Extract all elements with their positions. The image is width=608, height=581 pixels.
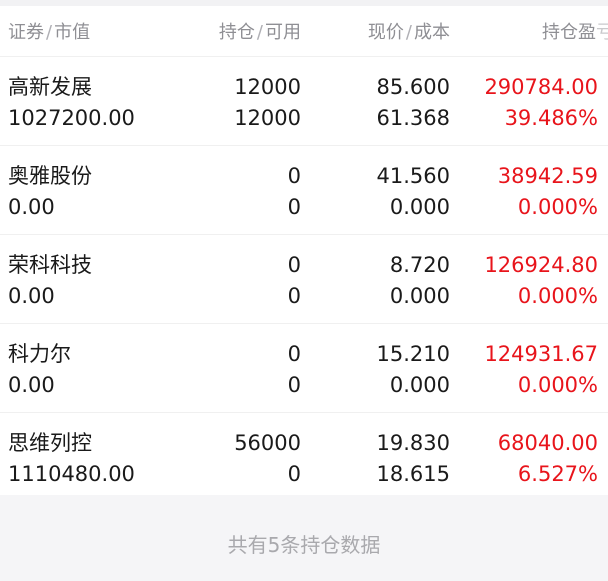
position-pnl: 126924.80 bbox=[484, 253, 598, 277]
available-qty: 0 bbox=[287, 195, 301, 219]
position-pnl: 68040.00 bbox=[497, 431, 598, 455]
row-line-1: 高新发展 12000 85.600 290784.00 bbox=[0, 72, 608, 102]
row-line-1: 思维列控 56000 19.830 68040.00 bbox=[0, 428, 608, 458]
table-row[interactable]: 奥雅股份 0 41.560 38942.59 0.00 0 0.000 0.00… bbox=[0, 146, 608, 235]
header-position-available[interactable]: 持仓 / 可用 bbox=[219, 18, 301, 44]
cost-price: 0.000 bbox=[389, 284, 450, 308]
position-pnl: 290784.00 bbox=[484, 75, 598, 99]
position-qty: 0 bbox=[287, 253, 301, 277]
table-row[interactable]: 高新发展 12000 85.600 290784.00 1027200.00 1… bbox=[0, 57, 608, 146]
cost-price: 0.000 bbox=[389, 195, 450, 219]
stock-name: 思维列控 bbox=[8, 431, 92, 455]
header-price-label: 现价 bbox=[367, 22, 404, 43]
holdings-list: 高新发展 12000 85.600 290784.00 1027200.00 1… bbox=[0, 57, 608, 501]
stock-name: 奥雅股份 bbox=[8, 164, 92, 188]
header-cost-label: 成本 bbox=[414, 22, 450, 43]
header-name-label: 证券 bbox=[8, 22, 44, 43]
row-line-2: 0.00 0 0.000 0.000% bbox=[0, 370, 608, 400]
current-price: 41.560 bbox=[376, 164, 450, 188]
stock-name: 荣科科技 bbox=[8, 253, 92, 277]
row-line-1: 荣科科技 0 8.720 126924.80 bbox=[0, 250, 608, 280]
pnl-percent: 0.000% bbox=[517, 284, 598, 308]
table-row[interactable]: 思维列控 56000 19.830 68040.00 1110480.00 0 … bbox=[0, 413, 608, 501]
header-value-label: 市值 bbox=[54, 22, 91, 43]
pnl-percent: 0.000% bbox=[517, 195, 598, 219]
table-row[interactable]: 科力尔 0 15.210 124931.67 0.00 0 0.000 0.00… bbox=[0, 324, 608, 413]
available-qty: 0 bbox=[287, 373, 301, 397]
header-pnl[interactable]: 持仓盈亏 bbox=[542, 18, 608, 44]
header-separator: / bbox=[256, 22, 263, 43]
table-row[interactable]: 荣科科技 0 8.720 126924.80 0.00 0 0.000 0.00… bbox=[0, 235, 608, 324]
holdings-summary: 共有5条持仓数据 bbox=[0, 495, 608, 581]
table-header: 证券/市值 持仓/可用 现价/成本 持仓盈亏 bbox=[0, 6, 608, 57]
position-qty: 0 bbox=[287, 342, 301, 366]
header-price-cost[interactable]: 现价 / 成本 bbox=[368, 18, 450, 44]
market-value: 0.00 bbox=[8, 195, 55, 219]
available-qty: 0 bbox=[287, 462, 301, 486]
available-qty: 0 bbox=[287, 284, 301, 308]
row-line-1: 奥雅股份 0 41.560 38942.59 bbox=[0, 161, 608, 191]
header-name-value[interactable]: 证券 / 市值 bbox=[8, 18, 90, 44]
row-line-1: 科力尔 0 15.210 124931.67 bbox=[0, 339, 608, 369]
holdings-panel: 证券/市值 持仓/可用 现价/成本 持仓盈亏 高新发展 12000 85.600… bbox=[0, 6, 608, 501]
market-value: 0.00 bbox=[8, 373, 55, 397]
current-price: 8.720 bbox=[389, 253, 450, 277]
position-pnl: 38942.59 bbox=[497, 164, 598, 188]
market-value: 1027200.00 bbox=[8, 106, 135, 130]
row-line-2: 0.00 0 0.000 0.000% bbox=[0, 281, 608, 311]
header-position-label: 持仓 bbox=[218, 22, 255, 43]
current-price: 15.210 bbox=[376, 342, 450, 366]
position-qty: 56000 bbox=[234, 431, 301, 455]
header-separator: / bbox=[405, 22, 412, 43]
row-line-2: 1027200.00 12000 61.368 39.486% bbox=[0, 103, 608, 133]
header-pnl-label-faded: 亏 bbox=[596, 22, 608, 43]
pnl-percent: 39.486% bbox=[504, 106, 598, 130]
stock-name: 高新发展 bbox=[8, 75, 92, 99]
cost-price: 18.615 bbox=[376, 462, 450, 486]
row-line-2: 1110480.00 0 18.615 6.527% bbox=[0, 459, 608, 489]
market-value: 1110480.00 bbox=[8, 462, 135, 486]
stock-name: 科力尔 bbox=[8, 342, 71, 366]
current-price: 19.830 bbox=[376, 431, 450, 455]
current-price: 85.600 bbox=[376, 75, 450, 99]
position-pnl: 124931.67 bbox=[484, 342, 598, 366]
cost-price: 0.000 bbox=[389, 373, 450, 397]
position-qty: 0 bbox=[287, 164, 301, 188]
row-line-2: 0.00 0 0.000 0.000% bbox=[0, 192, 608, 222]
header-separator: / bbox=[46, 22, 53, 43]
available-qty: 12000 bbox=[234, 106, 301, 130]
cost-price: 61.368 bbox=[376, 106, 450, 130]
header-pnl-label: 持仓盈 bbox=[542, 22, 596, 43]
pnl-percent: 0.000% bbox=[517, 373, 598, 397]
pnl-percent: 6.527% bbox=[517, 462, 598, 486]
position-qty: 12000 bbox=[234, 75, 301, 99]
header-available-label: 可用 bbox=[265, 22, 301, 43]
market-value: 0.00 bbox=[8, 284, 55, 308]
